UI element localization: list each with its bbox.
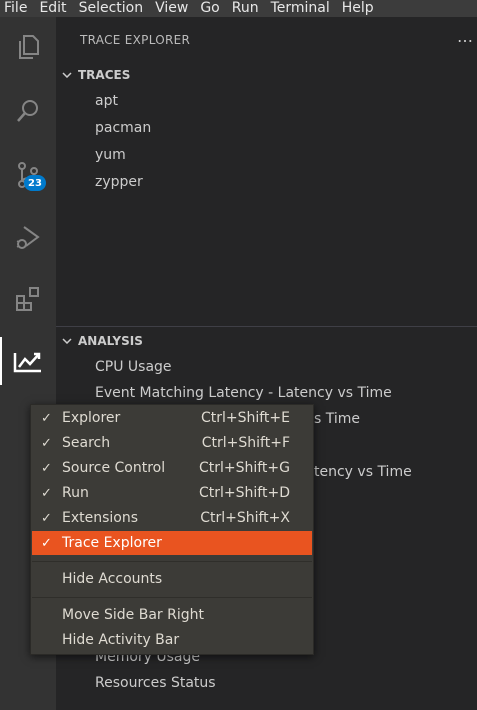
menu-run[interactable]: Run: [232, 0, 259, 17]
menu-separator: [32, 561, 312, 562]
run-debug-icon: [16, 226, 40, 249]
check-icon: ✓: [41, 485, 52, 501]
menu-edit[interactable]: Edit: [39, 0, 66, 17]
menu-item-shortcut: Ctrl+Shift+F: [201, 435, 290, 451]
activity-search[interactable]: [0, 87, 56, 135]
activity-source-control[interactable]: 23: [0, 151, 56, 199]
chevron-down-icon: [56, 338, 78, 344]
menu-item-label: Hide Accounts: [62, 571, 163, 587]
search-icon: [17, 100, 38, 122]
menu-selection[interactable]: Selection: [79, 0, 144, 17]
source-control-badge: 23: [24, 175, 46, 191]
menu-item-label: Hide Activity Bar: [62, 632, 180, 648]
activity-run[interactable]: [0, 213, 56, 261]
menu-item-shortcut: Ctrl+Shift+X: [200, 510, 290, 526]
activity-bar-context-menu: ✓ Explorer Ctrl+Shift+E ✓ Search Ctrl+Sh…: [30, 404, 314, 655]
traces-header-label: TRACES: [78, 68, 131, 82]
trace-item-yum[interactable]: yum: [95, 143, 126, 167]
trace-item-zypper[interactable]: zypper: [95, 170, 143, 194]
menu-item-hide-activity-bar[interactable]: Hide Activity Bar: [32, 628, 312, 652]
menu-item-source-control[interactable]: ✓ Source Control Ctrl+Shift+G: [32, 456, 312, 480]
chevron-down-icon: [56, 72, 78, 78]
menu-item-hide-accounts[interactable]: Hide Accounts: [32, 567, 312, 591]
analysis-item-partial-2[interactable]: tency vs Time: [314, 460, 412, 484]
menu-item-extensions[interactable]: ✓ Extensions Ctrl+Shift+X: [32, 506, 312, 530]
analysis-section-header[interactable]: ANALYSIS: [56, 330, 477, 352]
trace-item-pacman[interactable]: pacman: [95, 116, 151, 140]
menu-item-shortcut: Ctrl+Shift+E: [200, 410, 290, 426]
menu-item-explorer[interactable]: ✓ Explorer Ctrl+Shift+E: [32, 406, 312, 430]
analysis-header-label: ANALYSIS: [78, 334, 143, 348]
more-actions-icon[interactable]: …: [457, 27, 473, 46]
traces-section-header[interactable]: TRACES: [56, 64, 477, 86]
analysis-item-partial-1[interactable]: s Time: [314, 407, 360, 431]
trace-chart-icon: [13, 352, 41, 373]
menu-terminal[interactable]: Terminal: [271, 0, 330, 17]
analysis-item-resources-status[interactable]: Resources Status: [95, 671, 216, 695]
extensions-icon: [16, 287, 39, 311]
check-icon: ✓: [41, 435, 52, 451]
check-icon: ✓: [41, 510, 52, 526]
activity-explorer[interactable]: [0, 23, 56, 71]
analysis-item-event-matching-latency[interactable]: Event Matching Latency - Latency vs Time: [95, 381, 392, 405]
files-icon: [19, 35, 39, 59]
menu-item-shortcut: Ctrl+Shift+G: [198, 460, 290, 476]
activity-extensions[interactable]: [0, 275, 56, 323]
menu-item-run[interactable]: ✓ Run Ctrl+Shift+D: [32, 481, 312, 505]
trace-item-apt[interactable]: apt: [95, 89, 118, 113]
sidebar-title: TRACE EXPLORER: [80, 33, 191, 47]
menu-item-move-side-bar-right[interactable]: Move Side Bar Right: [32, 603, 312, 627]
menu-item-label: Move Side Bar Right: [62, 607, 204, 623]
section-divider: [56, 326, 477, 327]
menu-item-label: Trace Explorer: [62, 535, 162, 551]
check-icon: ✓: [41, 410, 52, 426]
menu-item-shortcut: Ctrl+Shift+D: [199, 485, 290, 501]
analysis-item-cpu-usage[interactable]: CPU Usage: [95, 355, 172, 379]
check-icon: ✓: [41, 535, 52, 551]
menu-item-search[interactable]: ✓ Search Ctrl+Shift+F: [32, 431, 312, 455]
menu-separator: [32, 597, 312, 598]
check-icon: ✓: [41, 460, 52, 476]
activity-trace-explorer[interactable]: [0, 337, 56, 385]
menu-file[interactable]: File: [4, 0, 27, 17]
menu-view[interactable]: View: [155, 0, 188, 17]
menu-bar: File Edit Selection View Go Run Terminal…: [0, 0, 477, 17]
menu-help[interactable]: Help: [342, 0, 374, 17]
menu-go[interactable]: Go: [200, 0, 219, 17]
menu-item-trace-explorer[interactable]: ✓ Trace Explorer: [32, 531, 312, 555]
